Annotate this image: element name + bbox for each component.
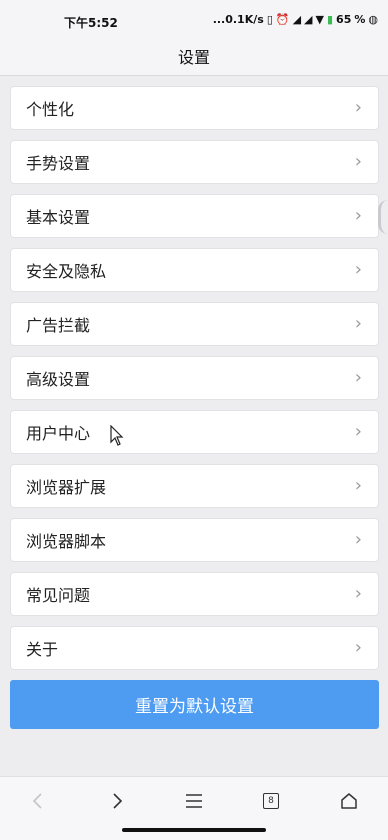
settings-item-security-privacy[interactable]: 安全及隐私 › [10,248,379,292]
chevron-right-icon: › [354,313,362,334]
forward-button[interactable] [97,789,137,813]
settings-item-faq[interactable]: 常见问题 › [10,572,379,616]
settings-item-label: 浏览器扩展 [26,478,107,497]
back-button[interactable] [18,789,58,813]
vibrate-icon: ▯ [266,13,273,26]
network-speed: ...0.1K/s [212,13,264,26]
tabs-button[interactable]: 8 [251,789,291,813]
home-indicator[interactable] [122,828,266,832]
chevron-right-icon: › [354,205,362,226]
chevron-right-icon: › [354,259,362,280]
chevron-right-icon: › [354,421,362,442]
settings-item-label: 高级设置 [26,370,91,389]
settings-item-about[interactable]: 关于 › [10,626,379,670]
home-icon [341,793,357,809]
battery-level: 65 [336,13,352,26]
settings-item-label: 常见问题 [26,586,91,605]
mouse-cursor-icon [110,425,124,446]
settings-item-basic[interactable]: 基本设置 › [10,194,379,238]
settings-item-label: 基本设置 [26,208,91,227]
signal-hd-icon: ◢ [292,13,302,26]
settings-list: 个性化 › 手势设置 › 基本设置 › 安全及隐私 › 广告拦截 › 高级设置 … [10,86,379,680]
back-icon [32,793,42,809]
settings-item-label: 关于 [26,640,59,659]
battery-percent: % [354,13,366,26]
wifi-icon: ▼ [315,13,324,26]
alarm-icon: ⏰ [275,13,290,26]
edge-swipe-handle[interactable] [378,200,388,234]
chevron-right-icon: › [354,97,362,118]
status-bar: 下午5:52 ...0.1K/s ▯ ⏰ ◢ ◢ ▼ ▮ 65 % ◍ [0,0,388,36]
settings-item-scripts[interactable]: 浏览器脚本 › [10,518,379,562]
chevron-right-icon: › [354,583,362,604]
settings-item-label: 安全及隐私 [26,262,107,281]
chevron-right-icon: › [354,475,362,496]
home-button[interactable] [329,789,369,813]
settings-item-label: 个性化 [26,100,75,119]
settings-item-personalization[interactable]: 个性化 › [10,86,379,130]
chevron-right-icon: › [354,529,362,550]
tabs-icon: 8 [263,793,279,809]
settings-item-extensions[interactable]: 浏览器扩展 › [10,464,379,508]
reset-defaults-button[interactable]: 重置为默认设置 [10,680,379,729]
chevron-right-icon: › [354,151,362,172]
menu-button[interactable] [174,789,214,813]
chevron-right-icon: › [354,637,362,658]
settings-item-label: 广告拦截 [26,316,91,335]
chevron-right-icon: › [354,367,362,388]
data-saver-icon: ◍ [368,13,378,26]
page-header: 设置 [0,36,388,76]
menu-icon [186,794,202,808]
settings-item-ad-block[interactable]: 广告拦截 › [10,302,379,346]
settings-item-advanced[interactable]: 高级设置 › [10,356,379,400]
settings-item-label: 浏览器脚本 [26,532,107,551]
settings-item-label: 用户中心 [26,424,91,443]
settings-item-gestures[interactable]: 手势设置 › [10,140,379,184]
battery-icon: ▮ [326,13,334,26]
settings-item-label: 手势设置 [26,154,91,173]
tabs-count: 8 [268,796,274,806]
page-title: 设置 [177,47,210,67]
status-icons: ...0.1K/s ▯ ⏰ ◢ ◢ ▼ ▮ 65 % ◍ [213,13,378,26]
forward-icon [113,793,123,809]
status-time: 下午5:52 [64,16,118,30]
signal-icon: ◢ [304,13,313,26]
settings-item-user-center[interactable]: 用户中心 › [10,410,379,454]
